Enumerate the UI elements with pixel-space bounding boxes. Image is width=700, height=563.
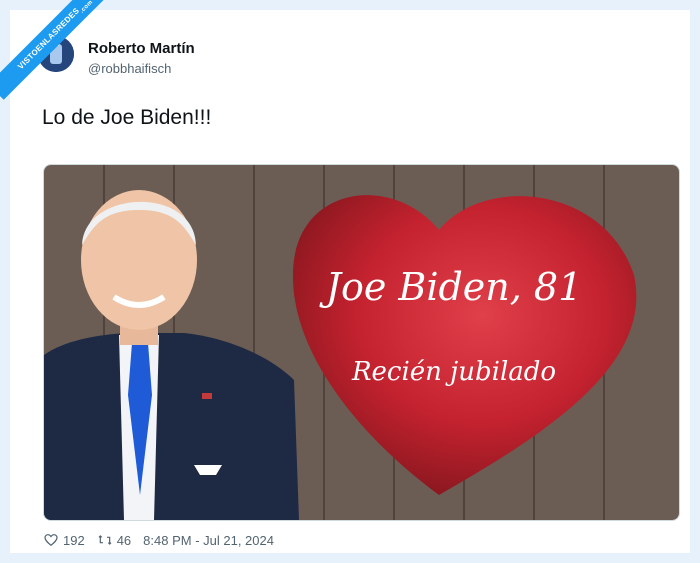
author-name[interactable]: Roberto Martín (88, 40, 195, 57)
timestamp-text: 8:48 PM - Jul 21, 2024 (143, 532, 274, 548)
retweet-count: 46 (116, 532, 132, 548)
like-action[interactable]: 192 (43, 532, 85, 548)
timestamp[interactable]: 8:48 PM - Jul 21, 2024 (143, 533, 274, 548)
author-handle[interactable]: @robbhaifisch (88, 61, 171, 76)
tweet-media[interactable]: Joe Biden, 81 Recién jubilado (43, 164, 680, 521)
like-count: 192 (63, 532, 85, 548)
tweet-text: Lo de Joe Biden!!! (42, 106, 212, 129)
retweet-icon (98, 535, 112, 545)
overlay-subtitle: Recién jubilado (351, 357, 556, 387)
retweet-action[interactable]: 46 (97, 532, 131, 548)
tweet-footer: 192 46 8:48 PM - Jul 21, 2024 (43, 530, 286, 550)
watermark-suffix: .com (79, 0, 95, 15)
tweet-card: VISTOENLASREDES .com Roberto Martín @rob… (0, 0, 690, 553)
overlay-title: Joe Biden, 81 (319, 265, 583, 309)
heart-icon (44, 534, 58, 547)
media-image: Joe Biden, 81 Recién jubilado (44, 165, 679, 520)
